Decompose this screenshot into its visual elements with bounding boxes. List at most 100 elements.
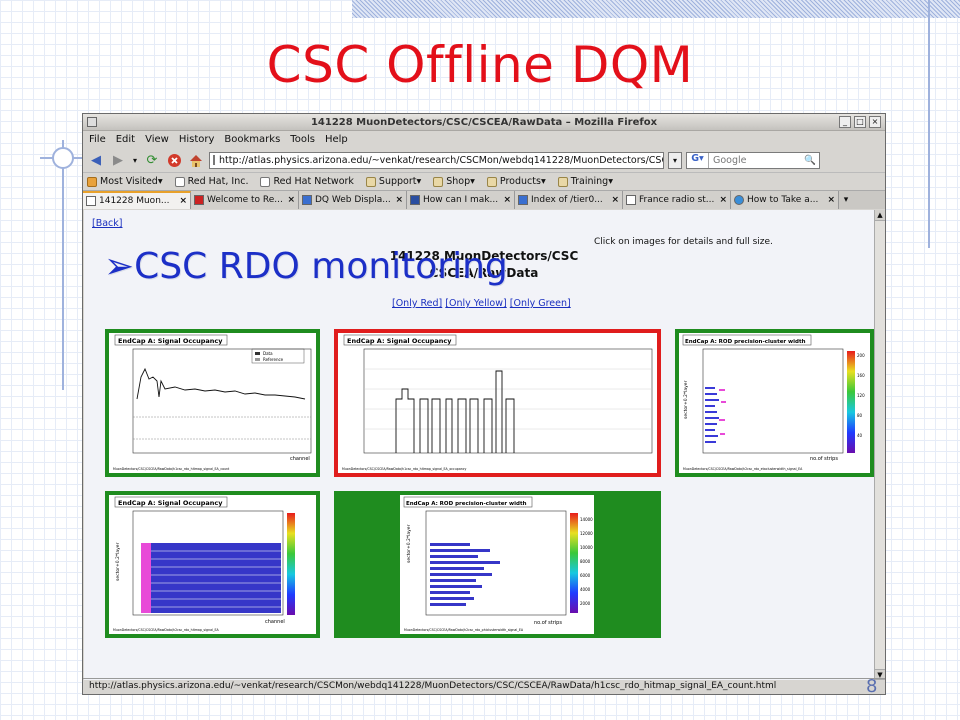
url-bar[interactable]: http://atlas.physics.arizona.edu/~venkat… [209, 151, 664, 169]
close-icon[interactable]: × [869, 116, 881, 128]
bookmark-training[interactable]: Training▾ [557, 176, 613, 187]
histogram-footer: MuonDetectors/CSC/CSCEA/RawData/h2csc_rd… [683, 467, 803, 471]
histogram-card[interactable]: EndCap A: ROD precision-cluster width se… [334, 491, 661, 638]
tab-france-radio[interactable]: France radio st... × [623, 191, 731, 209]
menu-view[interactable]: View [145, 134, 169, 145]
menu-help[interactable]: Help [325, 134, 348, 145]
tab-label: How can I mak... [423, 195, 499, 205]
tab-close-icon[interactable]: × [179, 196, 187, 206]
minimize-icon[interactable]: _ [839, 116, 851, 128]
slide-title: CSC Offline DQM [266, 36, 694, 94]
menu-file[interactable]: File [89, 134, 106, 145]
page-icon [86, 196, 96, 206]
histogram-card[interactable]: EndCap A: Signal Occupancy sector+0.2*la… [105, 491, 320, 638]
back-link[interactable]: [Back] [92, 218, 122, 229]
status-bar: http://atlas.physics.arizona.edu/~venkat… [83, 678, 885, 694]
x-axis-label: channel [290, 456, 310, 462]
tab-welcome[interactable]: Welcome to Re... × [191, 191, 299, 209]
histogram-card[interactable]: EndCap A: Signal Occupancy Data Referenc… [105, 329, 320, 477]
tab-close-icon[interactable]: × [719, 195, 727, 205]
histogram-title: EndCap A: ROD precision-cluster width [685, 339, 806, 345]
home-icon[interactable] [187, 151, 205, 169]
page-icon [260, 176, 271, 187]
filter-only-yellow[interactable]: [Only Yellow] [445, 298, 506, 309]
bookmark-products[interactable]: Products▾ [486, 176, 546, 187]
filter-only-red[interactable]: [Only Red] [392, 298, 442, 309]
tab-dq-web-display[interactable]: DQ Web Displa... × [299, 191, 407, 209]
window-menu-icon[interactable] [87, 117, 97, 127]
bookmark-most-visited[interactable]: Most Visited▾ [87, 176, 163, 187]
menu-edit[interactable]: Edit [116, 134, 135, 145]
tab-close-icon[interactable]: × [395, 195, 403, 205]
tab-close-icon[interactable]: × [287, 195, 295, 205]
url-text: http://atlas.physics.arizona.edu/~venkat… [219, 154, 664, 166]
bookmark-red-hat-network[interactable]: Red Hat Network [260, 176, 354, 187]
scroll-up-icon[interactable]: ▲ [875, 210, 885, 221]
tab-close-icon[interactable]: × [503, 195, 511, 205]
tab-how-to-take[interactable]: How to Take a... × [731, 191, 839, 209]
histogram-card[interactable]: EndCap A: Signal Occupancy MuonDetectors… [334, 329, 661, 477]
bookmarks-toolbar: Most Visited▾ Red Hat, Inc. Red Hat Netw… [83, 172, 885, 190]
histogram-title: EndCap A: ROD precision-cluster width [406, 501, 527, 507]
maximize-icon[interactable]: □ [854, 116, 866, 128]
window-title: 141228 MuonDetectors/CSC/CSCEA/RawData –… [310, 116, 658, 128]
histogram-footer: MuonDetectors/CSC/CSCEA/RawData/h2csc_rd… [404, 628, 524, 632]
bookmark-label: Products▾ [499, 176, 546, 187]
y-axis-label: sector+0.2*layer [115, 542, 121, 581]
stop-icon[interactable] [165, 151, 183, 169]
tab-label: France radio st... [639, 195, 715, 205]
search-icon[interactable]: 🔍 [804, 155, 819, 166]
decorative-circle [52, 147, 74, 169]
search-input[interactable]: G▾ Google 🔍 [686, 151, 820, 169]
folder-icon [557, 176, 568, 187]
tab-close-icon[interactable]: × [611, 195, 619, 205]
browser-window: 141228 MuonDetectors/CSC/CSCEA/RawData –… [82, 113, 886, 695]
vertical-scrollbar[interactable]: ▲ ▼ [874, 210, 885, 680]
page-icon [174, 176, 185, 187]
legend-data: Data [263, 351, 273, 356]
reload-icon[interactable]: ⟳ [143, 151, 161, 169]
histogram-title: EndCap A: Signal Occupancy [347, 337, 452, 345]
folder-icon [486, 176, 497, 187]
filter-links: [Only Red] [Only Yellow] [Only Green] [392, 298, 571, 309]
folder-icon [433, 176, 444, 187]
tab-close-icon[interactable]: × [827, 195, 835, 205]
x-axis-label: no.of strips [534, 620, 562, 626]
z-axis-tick: 200 [857, 353, 865, 358]
menu-history[interactable]: History [179, 134, 215, 145]
bookmark-support[interactable]: Support▾ [365, 176, 422, 187]
back-link-label: [Back] [92, 218, 123, 229]
tab-141228[interactable]: 141228 Muon... × [83, 191, 191, 209]
tab-index-tier0[interactable]: Index of /tier0... × [515, 191, 623, 209]
tab-how-can-i[interactable]: How can I mak... × [407, 191, 515, 209]
filter-only-green[interactable]: [Only Green] [510, 298, 571, 309]
histogram-card[interactable]: EndCap A: ROD precision-cluster width se… [675, 329, 874, 477]
url-dropdown-icon[interactable]: ▾ [668, 151, 682, 169]
z-axis-tick: 2000 [580, 601, 591, 606]
x-axis-label: channel [265, 619, 285, 625]
z-axis-tick: 8000 [580, 559, 591, 564]
redhat-icon [194, 195, 204, 205]
bookmark-red-hat[interactable]: Red Hat, Inc. [174, 176, 248, 187]
histogram-footer: MuonDetectors/CSC/CSCEA/RawData/h2csc_rd… [113, 628, 220, 632]
z-axis-tick: 80 [857, 413, 863, 418]
bookmark-folder-icon [87, 176, 97, 187]
decorative-line [62, 140, 64, 390]
history-dropdown-icon[interactable]: ▾ [131, 151, 139, 169]
bookmark-shop[interactable]: Shop▾ [433, 176, 475, 187]
forward-arrow-icon[interactable]: ▶ [109, 151, 127, 169]
menu-bookmarks[interactable]: Bookmarks [224, 134, 280, 145]
z-axis-tick: 160 [857, 373, 865, 378]
legend-reference: Reference [263, 357, 284, 362]
tab-strip: 141228 Muon... × Welcome to Re... × DQ Web… [83, 190, 885, 209]
z-axis-tick: 6000 [580, 573, 591, 578]
bookmark-label: Most Visited▾ [100, 176, 163, 187]
tab-list-icon[interactable]: ▾ [839, 191, 853, 209]
z-axis-tick: 12000 [580, 531, 593, 536]
google-icon[interactable]: G▾ [687, 152, 709, 168]
back-arrow-icon[interactable]: ◀ [87, 151, 105, 169]
menu-tools[interactable]: Tools [290, 134, 315, 145]
hint-text: Click on images for details and full siz… [594, 237, 773, 247]
z-axis-tick: 40 [857, 433, 863, 438]
bookmark-label: Support▾ [378, 176, 422, 187]
